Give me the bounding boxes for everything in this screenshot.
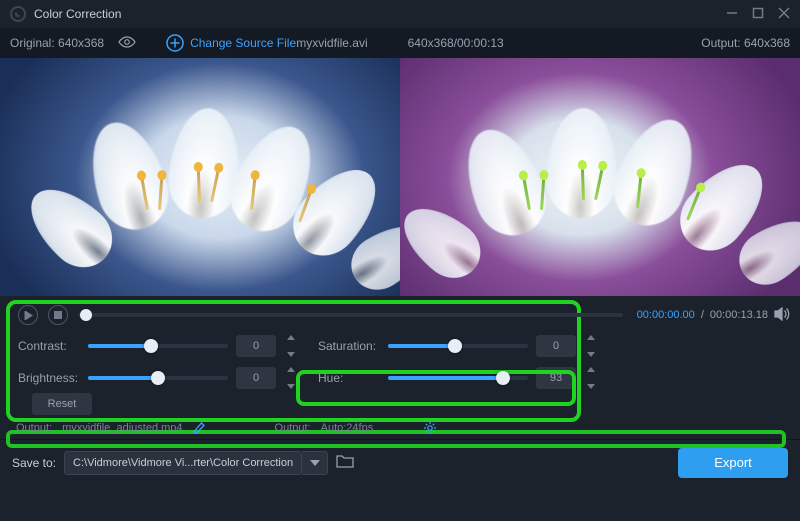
info-bar: Original: 640x368 Change Source File myx… — [0, 28, 800, 58]
time-total: 00:00:13.18 — [710, 309, 768, 321]
change-source-button[interactable]: Change Source File — [166, 34, 296, 52]
brightness-slider[interactable]: Brightness: 0 — [18, 367, 298, 389]
window-title: Color Correction — [34, 7, 121, 21]
original-size-label: Original: 640x368 — [10, 36, 104, 50]
hue-value[interactable]: 93 — [536, 367, 576, 389]
hue-label: Hue: — [318, 371, 380, 385]
play-button[interactable] — [18, 305, 38, 325]
preview-original — [0, 58, 400, 296]
saturation-spinner[interactable] — [584, 335, 598, 357]
output-file-name: myxvidfile_adjusted.mp4 — [62, 422, 182, 434]
contrast-slider[interactable]: Contrast: 0 — [18, 335, 298, 357]
minimize-button[interactable] — [726, 7, 738, 22]
hue-slider[interactable]: Hue: 93 — [318, 367, 598, 389]
stop-button[interactable] — [48, 305, 68, 325]
contrast-label: Contrast: — [18, 339, 80, 353]
brightness-value[interactable]: 0 — [236, 367, 276, 389]
preview-area — [0, 58, 800, 296]
preview-output — [400, 58, 800, 296]
open-folder-button[interactable] — [328, 454, 354, 471]
brightness-spinner[interactable] — [284, 367, 298, 389]
file-name: myxvidfile.avi — [296, 36, 367, 50]
file-meta: 640x368/00:00:13 — [408, 36, 504, 50]
contrast-spinner[interactable] — [284, 335, 298, 357]
contrast-value[interactable]: 0 — [236, 335, 276, 357]
save-to-label: Save to: — [12, 456, 56, 470]
output-format-label: Output: — [275, 422, 311, 434]
saturation-value[interactable]: 0 — [536, 335, 576, 357]
timeline-seek[interactable] — [78, 313, 623, 317]
saturation-label: Saturation: — [318, 339, 380, 353]
output-file-label: Output: — [16, 422, 52, 434]
save-path-dropdown[interactable] — [302, 451, 328, 475]
output-format-value: Auto;24fps — [321, 422, 374, 434]
titlebar: Color Correction — [0, 0, 800, 28]
volume-icon[interactable] — [774, 307, 790, 324]
footer: Save to: C:\Vidmore\Vidmore Vi...rter\Co… — [0, 439, 800, 485]
export-button[interactable]: Export — [678, 448, 788, 478]
brightness-label: Brightness: — [18, 371, 80, 385]
reset-button[interactable]: Reset — [32, 393, 92, 415]
close-button[interactable] — [778, 7, 790, 22]
saturation-slider[interactable]: Saturation: 0 — [318, 335, 598, 357]
gear-icon[interactable] — [423, 421, 437, 435]
hue-spinner[interactable] — [584, 367, 598, 389]
change-source-label: Change Source File — [190, 36, 296, 50]
maximize-button[interactable] — [752, 7, 764, 22]
output-size-label: Output: 640x368 — [701, 36, 790, 50]
app-icon — [10, 6, 26, 22]
eye-icon[interactable] — [118, 35, 136, 52]
time-current: 00:00:00.00 — [637, 309, 695, 321]
save-path-field[interactable]: C:\Vidmore\Vidmore Vi...rter\Color Corre… — [64, 451, 302, 475]
controls-panel: 00:00:00.00/00:00:13.18 Contrast: 0 Satu… — [0, 296, 800, 439]
edit-icon[interactable] — [193, 422, 205, 434]
